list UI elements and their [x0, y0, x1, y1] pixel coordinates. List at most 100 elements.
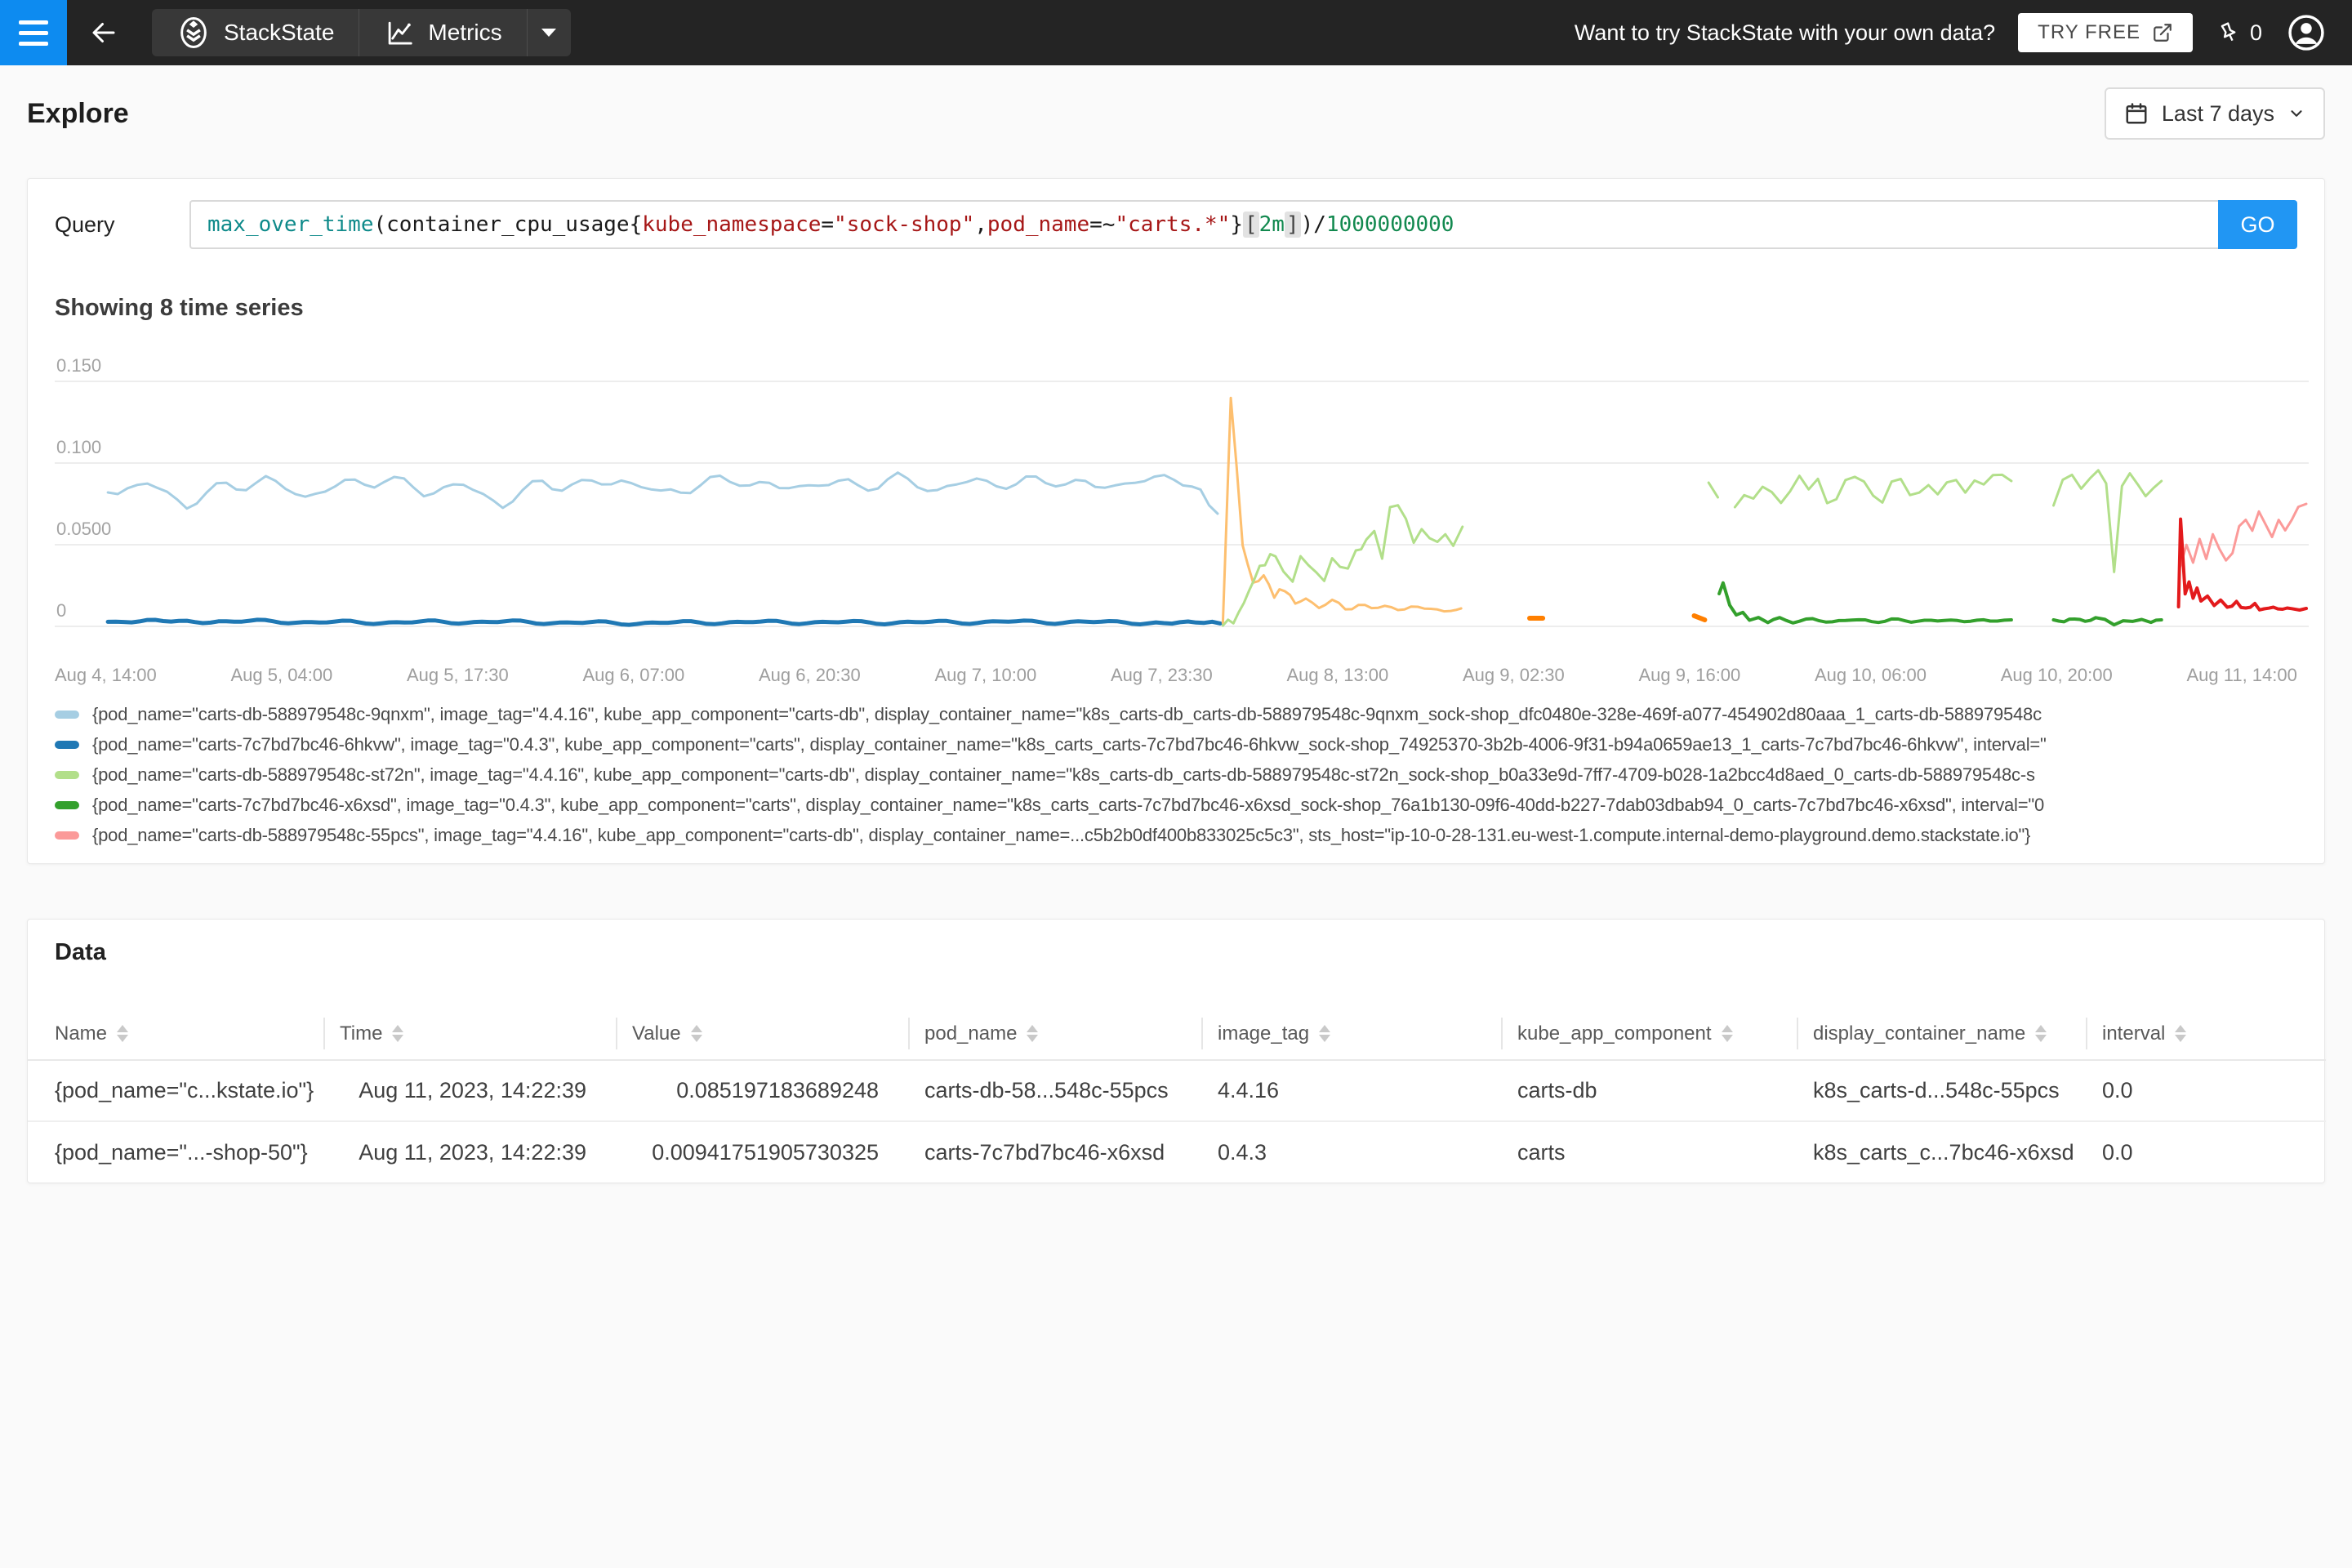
try-free-button[interactable]: TRY FREE	[2018, 13, 2193, 52]
column-header-image_tag[interactable]: image_tag	[1201, 1008, 1501, 1061]
hamburger-menu-button[interactable]	[0, 0, 67, 65]
tab-metrics[interactable]: Metrics	[359, 9, 527, 56]
query-token-fn: max_over_time	[207, 212, 374, 237]
query-token-brk: ]	[1284, 212, 1301, 238]
column-header-Name[interactable]: Name	[28, 1008, 323, 1061]
sort-icon[interactable]	[392, 1025, 404, 1042]
legend-swatch	[55, 800, 79, 809]
cell-Value: 0.085197183689248	[616, 1060, 908, 1122]
chart-x-axis: Aug 4, 14:00 Aug 5, 04:00 Aug 5, 17:30 Aug …	[55, 665, 2297, 686]
cell-interval: 0.0	[2086, 1060, 2326, 1122]
x-axis-tick: Aug 10, 20:00	[2000, 665, 2113, 685]
column-header-display_container_name[interactable]: display_container_name	[1797, 1008, 2086, 1061]
time-range-selector[interactable]: Last 7 days	[2104, 87, 2325, 140]
chevron-down-icon	[541, 29, 557, 37]
series-line-carts-db-588979548c-55pcs	[2178, 502, 2308, 569]
query-token-num: 1000000000	[1325, 212, 1454, 237]
chart-title: Showing 8 time series	[55, 295, 304, 321]
legend-swatch	[55, 770, 79, 779]
sort-icon[interactable]	[117, 1025, 129, 1042]
chart-legend: {pod_name="carts-db-588979548c-9qnxm", i…	[55, 699, 2297, 850]
results-table: Name Time Value pod_name image_tag kube_app_c…	[28, 1008, 2326, 1183]
column-header-kube_app_component[interactable]: kube_app_component	[1501, 1008, 1797, 1061]
arrow-left-icon	[92, 23, 115, 42]
user-avatar-icon[interactable]	[2285, 11, 2328, 54]
tab-stackstate[interactable]: StackState	[152, 9, 359, 56]
cell-Value: 0.00941751905730325	[652, 1139, 879, 1165]
query-token-p: =~	[1089, 212, 1116, 237]
column-label: Time	[340, 1022, 383, 1045]
cell-display_container_name: k8s_carts-d...548c-55pcs	[1797, 1060, 2086, 1122]
column-label: display_container_name	[1813, 1022, 2026, 1045]
cell-interval: 0.0	[2102, 1139, 2133, 1165]
tab-dropdown-button[interactable]	[526, 9, 571, 56]
sort-icon[interactable]	[1721, 1025, 1733, 1042]
x-axis-tick: Aug 10, 06:00	[1815, 665, 1927, 685]
column-label: Name	[55, 1022, 108, 1045]
legend-label: {pod_name="carts-db-588979548c-55pcs", i…	[92, 824, 2031, 845]
time-range-label: Last 7 days	[2161, 100, 2274, 126]
query-token-p: ,	[974, 212, 987, 237]
series-line-carts-7c7bd7bc46-x6xsd	[2051, 616, 2163, 627]
sort-icon[interactable]	[1319, 1025, 1331, 1042]
pinned-items[interactable]: 0	[2216, 20, 2262, 46]
y-axis-tick: 0.150	[56, 355, 101, 376]
column-header-interval[interactable]: interval	[2086, 1008, 2326, 1061]
column-label: pod_name	[924, 1022, 1018, 1045]
cell-Time: Aug 11, 2023, 14:22:39	[359, 1139, 586, 1165]
legend-label: {pod_name="carts-7c7bd7bc46-6hkvw", imag…	[92, 733, 2047, 755]
query-token-p: {	[629, 212, 643, 237]
x-axis-tick: Aug 4, 14:00	[55, 665, 157, 685]
legend-label: {pod_name="carts-7c7bd7bc46-x6xsd", imag…	[92, 794, 2045, 815]
column-header-Time[interactable]: Time	[323, 1008, 616, 1061]
cell-kube_app_component: carts-db	[1501, 1060, 1797, 1122]
table-row[interactable]: {pod_name="...-shop-50"} Aug 11, 2023, 14…	[28, 1121, 2326, 1183]
sort-icon[interactable]	[690, 1025, 702, 1042]
try-free-label: TRY FREE	[2038, 21, 2140, 43]
data-section-title: Data	[55, 939, 106, 965]
top-navbar: StackState Metrics Want to try StackStat…	[0, 0, 2352, 65]
legend-item[interactable]: {pod_name="carts-db-588979548c-st72n", i…	[55, 760, 2297, 790]
pin-count: 0	[2249, 20, 2262, 45]
query-token-label: pod_name	[987, 212, 1090, 237]
cell-kube_app_component: carts	[1517, 1139, 1566, 1165]
x-axis-tick: Aug 5, 04:00	[230, 665, 333, 685]
sort-icon[interactable]	[1027, 1025, 1039, 1042]
time-series-chart[interactable]: 0.150 0.100 0.0500 0	[55, 324, 2309, 659]
x-axis-tick: Aug 9, 02:30	[1463, 665, 1565, 685]
sort-icon[interactable]	[2035, 1025, 2047, 1042]
legend-label: {pod_name="carts-db-588979548c-9qnxm", i…	[92, 703, 2042, 724]
column-label: image_tag	[1218, 1022, 1310, 1045]
column-label: kube_app_component	[1517, 1022, 1712, 1045]
promo-text: Want to try StackState with your own dat…	[1574, 20, 1996, 45]
column-label: Value	[632, 1022, 681, 1045]
cell-Time: Aug 11, 2023, 14:22:39	[323, 1060, 616, 1122]
legend-item[interactable]: {pod_name="carts-db-588979548c-9qnxm", i…	[55, 699, 2297, 729]
legend-item[interactable]: {pod_name="carts-db-588979548c-55pcs", i…	[55, 820, 2297, 850]
cell-pod_name: carts-db-58...548c-55pcs	[908, 1060, 1201, 1122]
external-link-icon	[2154, 24, 2172, 42]
x-axis-tick: Aug 5, 17:30	[407, 665, 509, 685]
query-token-brk: [	[1242, 212, 1259, 238]
back-button[interactable]	[67, 0, 140, 65]
promql-query-input[interactable]: max_over_time(container_cpu_usage{kube_n…	[189, 200, 2218, 249]
data-card: Data Name Time Value pod_name image_tag kube_…	[27, 919, 2326, 1183]
table-row[interactable]: {pod_name="c...kstate.io"} Aug 11, 2023, …	[28, 1060, 2326, 1122]
query-token-dur: 2m	[1258, 212, 1285, 237]
query-label: Query	[55, 212, 115, 237]
series-line-carts-db (restart)	[2176, 517, 2308, 612]
tab-stackstate-label: StackState	[224, 20, 335, 45]
column-header-Value[interactable]: Value	[616, 1008, 908, 1061]
query-token-label: kube_namespace	[642, 212, 822, 237]
go-button[interactable]: GO	[2218, 200, 2297, 249]
query-token-str: "sock-shop"	[834, 212, 975, 237]
x-axis-tick: Aug 8, 13:00	[1286, 665, 1389, 685]
x-axis-tick: Aug 7, 23:30	[1111, 665, 1213, 685]
x-axis-tick: Aug 6, 20:30	[759, 665, 861, 685]
legend-item[interactable]: {pod_name="carts-7c7bd7bc46-x6xsd", imag…	[55, 790, 2297, 820]
sort-icon[interactable]	[2175, 1025, 2187, 1042]
column-header-pod_name[interactable]: pod_name	[908, 1008, 1201, 1061]
column-label: interval	[2102, 1022, 2166, 1045]
legend-item[interactable]: {pod_name="carts-7c7bd7bc46-6hkvw", imag…	[55, 729, 2297, 760]
chevron-down-icon	[2291, 110, 2302, 117]
